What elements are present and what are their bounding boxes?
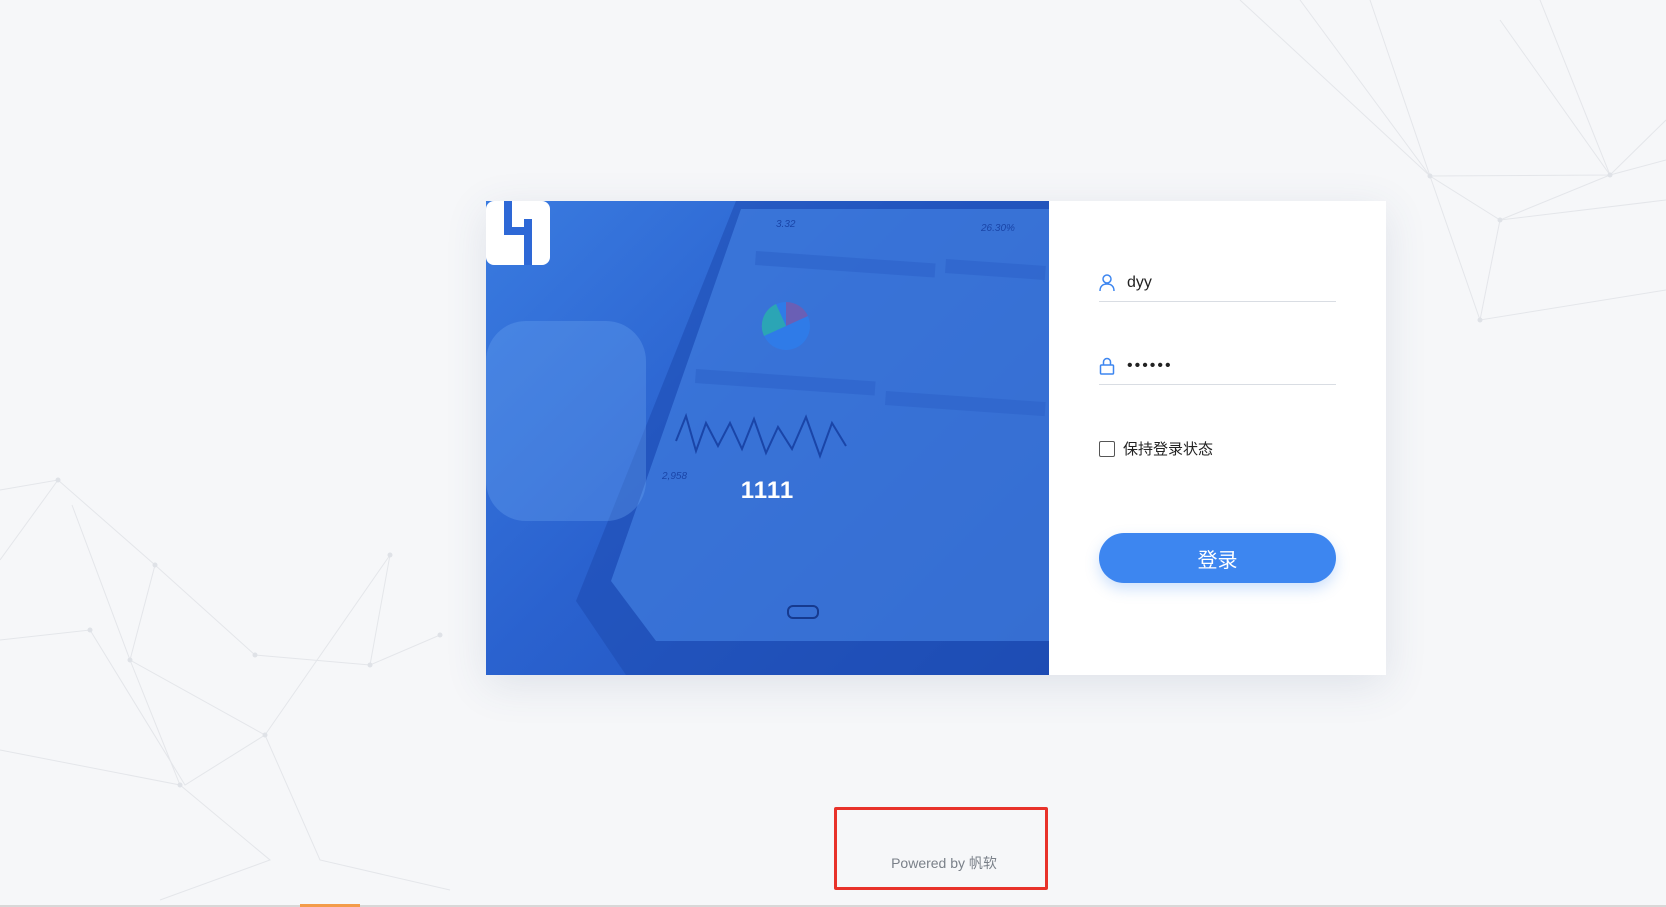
login-card: 3.32 26.30% 2,958 1111 dyy •••••• 保持登录状态… — [486, 201, 1386, 675]
remember-checkbox[interactable] — [1099, 440, 1115, 457]
highlight-box: Powered by 帆软 — [834, 807, 1048, 890]
username-field[interactable] — [1099, 265, 1336, 302]
remember-login-option[interactable]: 保持登录状态 — [1099, 438, 1213, 459]
svg-text:26.30%: 26.30% — [980, 223, 1015, 234]
remember-label: 保持登录状态 — [1123, 441, 1214, 458]
login-button[interactable]: 登录 — [1099, 533, 1336, 583]
login-form: 保持登录状态 登录 — [1099, 201, 1336, 675]
password-input[interactable] — [1125, 356, 1336, 376]
svg-text:3.32: 3.32 — [776, 219, 796, 230]
tablet-dashboard-illustration: 3.32 26.30% 2,958 — [486, 201, 1049, 675]
powered-by-text: Powered by 帆软 — [891, 855, 997, 871]
app-name: 1111 — [740, 477, 795, 504]
fanruan-logo-icon — [486, 201, 550, 265]
user-icon — [1099, 274, 1125, 292]
password-field[interactable] — [1099, 348, 1336, 385]
login-banner-image: 3.32 26.30% 2,958 1111 — [486, 201, 1049, 675]
username-input[interactable] — [1125, 273, 1336, 293]
lock-icon — [1099, 357, 1125, 375]
